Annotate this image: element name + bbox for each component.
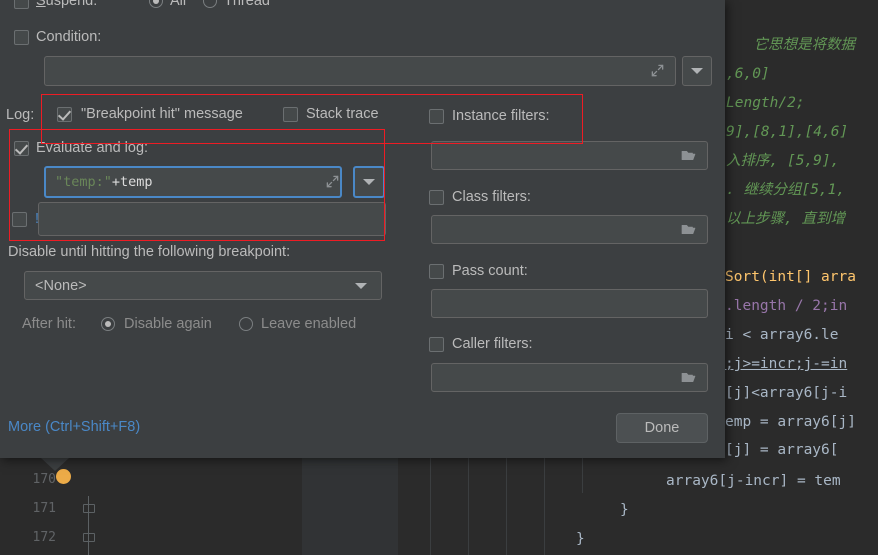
suspend-thread-label: Thread xyxy=(224,0,270,9)
chevron-down-icon xyxy=(355,283,367,289)
indent-guide xyxy=(582,458,583,493)
editor-code-line: emp = array6[j] xyxy=(725,414,856,430)
leave-enabled-radio[interactable] xyxy=(239,317,253,331)
suspend-label: SSuspend:uspend: xyxy=(36,0,98,9)
editor-comment-line: ,6,0] xyxy=(726,66,770,82)
disable-until-label: Disable until hitting the following brea… xyxy=(8,244,291,260)
class-filters-label: Class filters: xyxy=(452,189,531,205)
indent-guide xyxy=(468,458,469,555)
editor-code-line: .length / 2;in xyxy=(725,298,848,314)
class-filters-input[interactable] xyxy=(431,215,708,244)
suspend-all-radio[interactable] xyxy=(149,0,163,8)
evaluate-and-log-dropdown-button[interactable] xyxy=(353,166,385,198)
stack-trace-checkbox[interactable] xyxy=(283,107,298,122)
condition-label: Condition: xyxy=(36,29,102,45)
secondary-expression-input[interactable] xyxy=(38,202,386,236)
line-number: 171 xyxy=(32,501,56,516)
caller-filters-input[interactable] xyxy=(431,363,708,392)
line-number: 170 xyxy=(32,472,56,487)
caller-filters-checkbox[interactable] xyxy=(429,337,444,352)
suspend-all-label: All xyxy=(170,0,187,9)
disable-until-selected-value: <None> xyxy=(35,277,87,294)
line-number: 172 xyxy=(32,530,56,545)
indent-guide xyxy=(544,458,545,555)
instance-filters-input[interactable] xyxy=(431,141,708,170)
done-button[interactable]: Done xyxy=(616,413,708,443)
evaluate-and-log-input[interactable]: "temp:"+temp xyxy=(44,166,342,198)
suspend-thread-radio[interactable] xyxy=(203,0,217,8)
editor-comment-line: 入排序, [5,9], xyxy=(726,153,840,169)
editor-code-line: Sort(int[] arra xyxy=(725,269,856,285)
class-filters-checkbox[interactable] xyxy=(429,190,444,205)
secondary-row-checkbox[interactable] xyxy=(12,212,27,227)
condition-checkbox[interactable] xyxy=(14,30,29,45)
editor-comment-line: 9],[8,1],[4,6] xyxy=(726,124,849,140)
breakpoint-marker-icon[interactable] xyxy=(56,469,71,484)
screen: 它思想是将数据 ,6,0] Length/2; 9],[8,1],[4,6] 入… xyxy=(0,0,878,555)
bottom-code-line: } xyxy=(620,502,629,518)
breakpoint-hit-message-checkbox[interactable] xyxy=(57,107,72,122)
bottom-code-editor[interactable]: 170 171 172 array6[j-incr] = tem } } xyxy=(0,458,878,555)
suspend-checkbox[interactable] xyxy=(14,0,29,9)
folder-icon[interactable] xyxy=(681,149,696,161)
code-fold-icon[interactable] xyxy=(83,504,95,513)
disable-again-radio[interactable] xyxy=(101,317,115,331)
folder-icon[interactable] xyxy=(681,223,696,235)
editor-comment-line: . 继续分组[5,1, xyxy=(726,182,846,198)
indent-guide xyxy=(430,458,431,555)
breakpoint-properties-dialog: SSuspend:uspend: Suspend: All Thread Con… xyxy=(0,0,725,458)
after-hit-label: After hit: xyxy=(22,316,76,332)
bottom-code-line: } xyxy=(576,531,585,547)
log-label: Log: xyxy=(6,107,35,123)
pass-count-checkbox[interactable] xyxy=(429,264,444,279)
more-link[interactable]: More (Ctrl+Shift+F8) xyxy=(8,419,140,435)
instance-filters-checkbox[interactable] xyxy=(429,109,444,124)
pass-count-input[interactable] xyxy=(431,289,708,318)
disable-until-dropdown[interactable]: <None> xyxy=(24,271,382,300)
pass-count-label: Pass count: xyxy=(452,263,528,279)
bottom-code-line: array6[j-incr] = tem xyxy=(666,473,841,489)
evaluate-and-log-value-rest: +temp xyxy=(111,174,153,190)
disable-again-label: Disable again xyxy=(124,316,212,332)
chevron-down-icon xyxy=(691,68,703,74)
breakpoint-hit-message-label: "Breakpoint hit" message xyxy=(81,106,243,122)
stack-trace-label: Stack trace xyxy=(306,106,379,122)
leave-enabled-label: Leave enabled xyxy=(261,316,357,332)
condition-dropdown-button[interactable] xyxy=(682,56,712,86)
editor-code-line: ;j>=incr;j-=in xyxy=(725,356,848,372)
caller-filters-label: Caller filters: xyxy=(452,336,533,352)
evaluate-and-log-value: "temp:"+temp xyxy=(55,174,153,190)
editor-gutter[interactable] xyxy=(302,458,398,555)
editor-comment-line: 以上步骤, 直到增 xyxy=(726,211,845,227)
evaluate-and-log-checkbox[interactable] xyxy=(14,141,29,156)
evaluate-and-log-label: Evaluate and log: xyxy=(36,140,149,156)
editor-code-line: i < array6.le xyxy=(725,327,839,343)
evaluate-and-log-value-string: "temp:" xyxy=(55,174,112,190)
code-fold-icon[interactable] xyxy=(83,533,95,542)
folder-icon[interactable] xyxy=(681,371,696,383)
editor-code-line: [j]<array6[j-i xyxy=(725,385,848,401)
secondary-row-label: ! xyxy=(35,211,40,227)
editor-comment-line: Length/2; xyxy=(726,95,805,111)
editor-comment-line: 它思想是将数据 xyxy=(736,37,855,53)
indent-guide xyxy=(506,458,507,555)
condition-input[interactable] xyxy=(44,56,676,86)
instance-filters-label: Instance filters: xyxy=(452,108,550,124)
expand-arrows-icon[interactable] xyxy=(650,63,665,78)
expand-arrows-icon[interactable] xyxy=(325,174,340,189)
chevron-down-icon xyxy=(363,179,375,185)
